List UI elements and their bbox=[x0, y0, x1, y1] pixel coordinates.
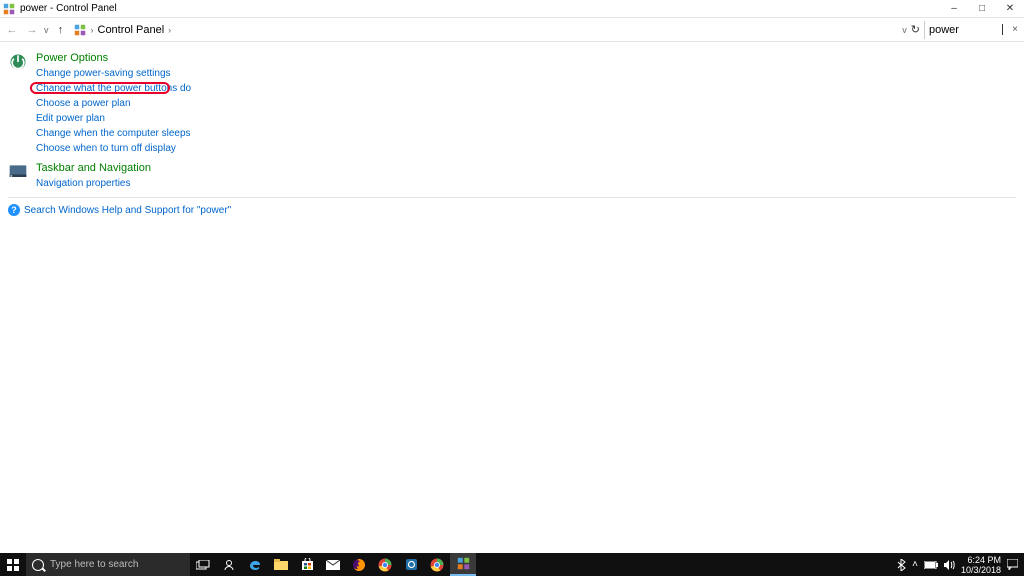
tray-up-icon[interactable]: ˄ bbox=[912, 559, 918, 570]
help-icon: ? bbox=[8, 204, 20, 216]
window-titlebar: power - Control Panel – □ ✕ bbox=[0, 0, 1024, 18]
breadcrumb-sep: › bbox=[91, 25, 94, 35]
close-button[interactable]: ✕ bbox=[996, 0, 1024, 18]
link-change-power-buttons[interactable]: Change what the power buttons do bbox=[36, 81, 1016, 96]
search-box[interactable]: × bbox=[924, 21, 1020, 39]
task-view-button[interactable] bbox=[190, 553, 216, 576]
link-navigation-properties[interactable]: Navigation properties bbox=[36, 176, 1016, 191]
tray-time: 6:24 PM bbox=[961, 555, 1001, 565]
section-taskbar-navigation: Taskbar and Navigation Navigation proper… bbox=[8, 162, 1016, 191]
tray-date: 10/3/2018 bbox=[961, 565, 1001, 575]
up-button[interactable]: ↑ bbox=[53, 24, 69, 36]
breadcrumb-item[interactable]: Control Panel bbox=[98, 24, 165, 36]
help-link[interactable]: Search Windows Help and Support for "pow… bbox=[24, 205, 231, 216]
maximize-button[interactable]: □ bbox=[968, 0, 996, 18]
taskbar-app-chrome2[interactable] bbox=[424, 553, 450, 576]
taskbar-app-control-panel[interactable] bbox=[450, 553, 476, 576]
tray-volume-icon[interactable] bbox=[944, 560, 955, 570]
taskbar-app-mail[interactable] bbox=[320, 553, 346, 576]
refresh-button[interactable]: ↻ bbox=[911, 23, 920, 36]
control-panel-icon bbox=[2, 2, 16, 16]
tray-battery-icon[interactable] bbox=[924, 561, 938, 569]
taskbar-app-chrome[interactable] bbox=[372, 553, 398, 576]
taskbar-app-generic1[interactable] bbox=[398, 553, 424, 576]
address-dropdown[interactable]: v bbox=[902, 25, 907, 35]
os-taskbar: Type here to search ˄ 6:24 PM 10/3/2018 bbox=[0, 553, 1024, 576]
link-choose-power-plan[interactable]: Choose a power plan bbox=[36, 96, 1016, 111]
taskbar-app-edge[interactable] bbox=[242, 553, 268, 576]
taskbar-app-explorer[interactable] bbox=[268, 553, 294, 576]
recent-locations-dropdown[interactable]: v bbox=[44, 25, 49, 35]
taskbar-search[interactable]: Type here to search bbox=[26, 553, 190, 576]
link-choose-turn-off-display[interactable]: Choose when to turn off display bbox=[36, 141, 1016, 156]
taskbar-app-firefox[interactable] bbox=[346, 553, 372, 576]
taskbar-search-placeholder: Type here to search bbox=[50, 559, 138, 570]
taskbar-app-store[interactable] bbox=[294, 553, 320, 576]
breadcrumb-sep: › bbox=[168, 25, 171, 35]
breadcrumb[interactable]: › Control Panel › bbox=[91, 24, 172, 36]
back-button[interactable]: ← bbox=[4, 24, 20, 36]
content-area: Power Options Change power-saving settin… bbox=[0, 42, 1024, 216]
section-title[interactable]: Power Options bbox=[36, 52, 1016, 64]
forward-button[interactable]: → bbox=[24, 24, 40, 36]
minimize-button[interactable]: – bbox=[940, 0, 968, 18]
search-icon bbox=[32, 559, 44, 571]
power-options-icon bbox=[8, 52, 28, 72]
start-button[interactable] bbox=[0, 553, 26, 576]
section-title[interactable]: Taskbar and Navigation bbox=[36, 162, 1016, 174]
address-bar: ← → v ↑ › Control Panel › v ↻ × bbox=[0, 18, 1024, 42]
taskbar-app-people[interactable] bbox=[216, 553, 242, 576]
text-caret bbox=[1002, 24, 1003, 35]
taskbar-navigation-icon bbox=[8, 162, 28, 182]
help-row[interactable]: ? Search Windows Help and Support for "p… bbox=[8, 204, 1016, 216]
clear-search-button[interactable]: × bbox=[1012, 24, 1018, 35]
breadcrumb-icon bbox=[73, 23, 87, 37]
link-change-power-saving[interactable]: Change power-saving settings bbox=[36, 66, 1016, 81]
section-power-options: Power Options Change power-saving settin… bbox=[8, 52, 1016, 156]
system-tray: ˄ 6:24 PM 10/3/2018 bbox=[891, 553, 1024, 576]
link-edit-power-plan[interactable]: Edit power plan bbox=[36, 111, 1016, 126]
tray-notifications-icon[interactable] bbox=[1007, 559, 1018, 570]
link-change-when-sleeps[interactable]: Change when the computer sleeps bbox=[36, 126, 1016, 141]
search-input[interactable] bbox=[929, 24, 1001, 36]
tray-clock[interactable]: 6:24 PM 10/3/2018 bbox=[961, 555, 1001, 575]
tray-bluetooth-icon[interactable] bbox=[897, 559, 906, 571]
window-title: power - Control Panel bbox=[20, 3, 117, 14]
divider bbox=[8, 197, 1016, 198]
